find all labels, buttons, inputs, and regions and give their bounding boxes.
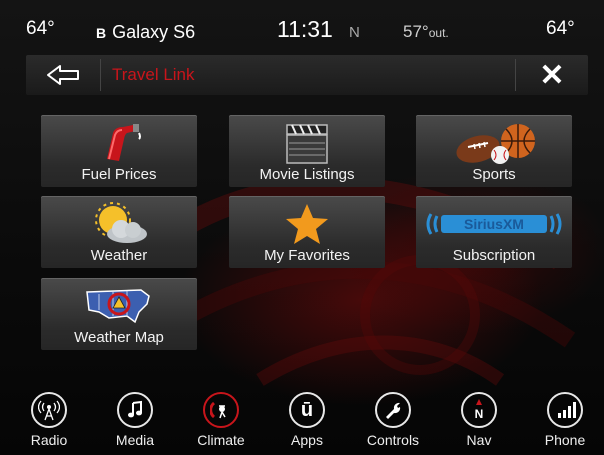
nav-climate[interactable]: Climate	[186, 392, 256, 455]
nav-radio[interactable]: Radio	[14, 392, 84, 455]
siriusxm-logo-icon: SiriusXM	[416, 200, 572, 248]
divider	[100, 59, 101, 91]
tile-sports[interactable]: Sports	[416, 115, 572, 187]
tile-label: My Favorites	[264, 247, 350, 264]
wrench-icon	[375, 392, 411, 428]
nav-phone[interactable]: Phone	[530, 392, 600, 455]
compass-glyph: N	[475, 407, 484, 421]
nav-nav[interactable]: N Nav	[444, 392, 514, 455]
tile-fuel-prices[interactable]: Fuel Prices	[41, 115, 197, 187]
tile-label: Weather	[90, 247, 148, 264]
outside-temp-unit: out.	[428, 26, 449, 40]
apps-icon: ū	[289, 392, 325, 428]
compass-icon: N	[461, 392, 497, 428]
tile-label: Movie Listings	[259, 166, 355, 183]
close-button[interactable]: ✕	[516, 55, 588, 95]
sun-cloud-icon	[41, 200, 197, 248]
nav-media[interactable]: Media	[100, 392, 170, 455]
passenger-temperature[interactable]: 64°	[546, 18, 575, 40]
tile-weather-map[interactable]: Weather Map	[41, 278, 197, 350]
tile-label: Sports	[472, 166, 516, 183]
us-map-icon	[41, 282, 197, 330]
nav-label: Media	[115, 432, 155, 448]
tile-movie-listings[interactable]: Movie Listings	[229, 115, 385, 187]
bluetooth-icon: B	[96, 24, 107, 41]
phone-name-label: Galaxy S6	[112, 22, 196, 42]
nav-label: Controls	[366, 432, 420, 448]
apps-glyph: ū	[300, 398, 314, 421]
nav-label: Radio	[30, 432, 68, 448]
radio-icon	[31, 392, 67, 428]
phone-signal-icon	[547, 392, 583, 428]
sports-balls-icon	[416, 119, 572, 167]
star-icon	[229, 200, 385, 248]
back-arrow-icon	[47, 65, 79, 85]
nav-apps[interactable]: ū Apps	[272, 392, 342, 455]
clapperboard-icon	[229, 119, 385, 167]
outside-temperature: 57°out.	[403, 22, 449, 42]
tile-my-favorites[interactable]: My Favorites	[229, 196, 385, 268]
compass-heading: N	[349, 24, 360, 41]
nav-label: Nav	[466, 432, 492, 448]
nav-label: Phone	[544, 432, 586, 448]
fuel-nozzle-icon	[41, 119, 197, 167]
siriusxm-logo-text: SiriusXM	[464, 216, 524, 232]
status-bar: 64° B Galaxy S6 11:31 N 57°out. 64°	[0, 0, 604, 52]
nav-label: Apps	[291, 432, 323, 448]
title-bar: Travel Link ✕	[26, 55, 588, 95]
tile-label: Subscription	[452, 247, 536, 264]
tile-label: Weather Map	[74, 329, 164, 346]
tile-weather[interactable]: Weather	[41, 196, 197, 268]
back-button[interactable]	[26, 55, 100, 95]
clock: 11:31	[277, 16, 333, 42]
tile-label: Fuel Prices	[81, 166, 157, 183]
page-title: Travel Link	[112, 65, 195, 84]
nav-controls[interactable]: Controls	[358, 392, 428, 455]
infotainment-screen: 64° B Galaxy S6 11:31 N 57°out. 64° Trav…	[0, 0, 604, 455]
outside-temp-value: 57°	[403, 22, 429, 41]
tile-subscription[interactable]: SiriusXM Subscription	[416, 196, 572, 268]
close-icon: ✕	[539, 58, 565, 92]
driver-temperature[interactable]: 64°	[26, 18, 55, 40]
connected-phone: B Galaxy S6	[96, 22, 195, 43]
music-note-icon	[117, 392, 153, 428]
nav-label: Climate	[197, 432, 245, 448]
climate-icon	[203, 392, 239, 428]
